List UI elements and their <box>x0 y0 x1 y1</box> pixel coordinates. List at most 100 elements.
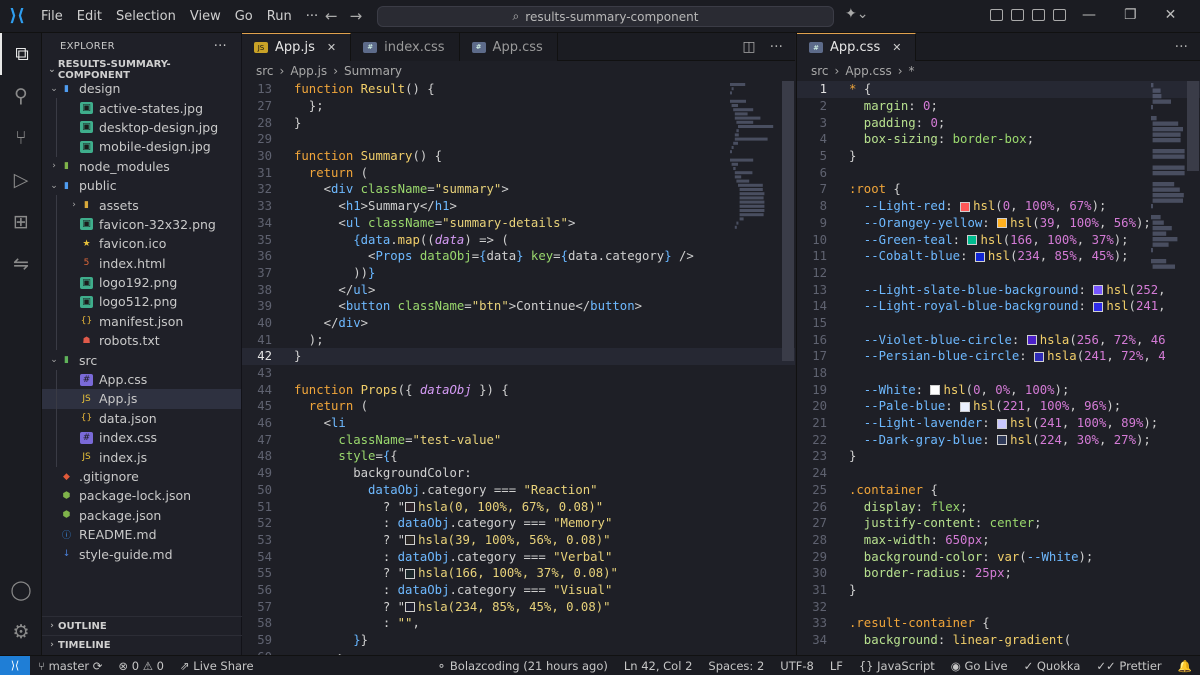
code-line[interactable]: 34 <ul className="summary-details"> <box>242 215 795 232</box>
breadcrumb-item[interactable]: src <box>811 64 829 78</box>
code-line[interactable]: 13 --Light-slate-blue-background: hsl(25… <box>797 281 1200 298</box>
code-line[interactable]: 54 : dataObj.category === "Verbal" <box>242 548 795 565</box>
code-line[interactable]: 31 return ( <box>242 164 795 181</box>
code-line[interactable]: 33 <h1>Summary</h1> <box>242 198 795 215</box>
code-line[interactable]: 58 : "", <box>242 615 795 632</box>
menu-run[interactable]: Run <box>260 9 299 24</box>
golive-status[interactable]: ◉ Go Live <box>943 659 1016 673</box>
code-line[interactable]: 55 ? " hsla(166, 100%, 37%, 0.08)" <box>242 565 795 582</box>
code-line[interactable]: 47 className="test-value" <box>242 431 795 448</box>
code-line[interactable]: 5} <box>797 148 1200 165</box>
color-swatch[interactable] <box>1034 351 1045 362</box>
tree-item[interactable]: # index.css <box>42 428 241 448</box>
problems-status[interactable]: ⊗ 0 ⚠ 0 <box>110 659 172 673</box>
breadcrumb-item[interactable]: Summary <box>344 64 402 78</box>
tree-item[interactable]: ▣ favicon-32x32.png <box>42 214 241 235</box>
tab-app-css[interactable]: # App.css <box>459 33 558 61</box>
color-swatch[interactable] <box>405 535 416 546</box>
code-line[interactable]: 7:root { <box>797 181 1200 198</box>
menu-edit[interactable]: Edit <box>70 9 109 24</box>
editor-more-icon-right[interactable]: ··· <box>1175 39 1188 55</box>
tree-item[interactable]: # App.css <box>42 369 241 390</box>
code-line[interactable]: 2 margin: 0; <box>797 98 1200 115</box>
settings-gear-icon[interactable]: ⚙ <box>0 611 42 653</box>
code-line[interactable]: 33 .result-container { <box>797 615 1200 632</box>
explorer-icon[interactable]: ⧉ <box>0 33 42 75</box>
code-line[interactable]: 15 <box>797 315 1200 332</box>
code-line[interactable]: 12 <box>797 265 1200 282</box>
color-swatch[interactable] <box>967 235 978 246</box>
tree-item[interactable]: ★ favicon.ico <box>42 234 241 254</box>
code-line[interactable]: 3 padding: 0; <box>797 114 1200 131</box>
code-line[interactable]: 1 * { <box>797 81 1200 98</box>
color-swatch[interactable] <box>930 385 941 396</box>
tab-app-js[interactable]: JS App.js ✕ <box>242 33 352 61</box>
code-line[interactable]: 56 : dataObj.category === "Visual" <box>242 582 795 599</box>
code-line[interactable]: 46 <li <box>242 415 795 432</box>
extensions-icon[interactable]: ⊞ <box>0 201 42 243</box>
code-line[interactable]: 49 backgroundColor: <box>242 465 795 482</box>
tree-item[interactable]: JS App.js <box>42 389 241 409</box>
tree-item[interactable]: ⌄ ▮ design <box>42 79 241 98</box>
code-line[interactable]: 43 <box>242 365 795 382</box>
code-line[interactable]: 57 ? " hsla(234, 85%, 45%, 0.08)" <box>242 598 795 615</box>
code-line[interactable]: 27 justify-content: center; <box>797 515 1200 532</box>
back-arrow-icon[interactable]: ← <box>325 7 338 25</box>
code-line[interactable]: 45 return ( <box>242 398 795 415</box>
tree-item[interactable]: {} data.json <box>42 408 241 429</box>
tree-item[interactable]: ⌄ ▮ public <box>42 176 241 195</box>
outline-section[interactable]: › OUTLINE <box>42 616 242 635</box>
code-line[interactable]: 17 --Persian-blue-circle: hsla(241, 72%,… <box>797 348 1200 365</box>
code-line[interactable]: 59 }} <box>242 632 795 649</box>
code-line[interactable]: 6 <box>797 164 1200 181</box>
code-line[interactable]: 29 <box>242 131 795 148</box>
breadcrumb-item[interactable]: src <box>256 64 274 78</box>
color-swatch[interactable] <box>960 401 971 412</box>
branch-status[interactable]: ⑂ master ⟳ <box>30 659 110 673</box>
search-view-icon[interactable]: ⚲ <box>0 75 42 117</box>
code-line[interactable]: 37 ))} <box>242 265 795 282</box>
menu-file[interactable]: File <box>34 9 70 24</box>
color-swatch[interactable] <box>1026 335 1037 346</box>
minimize-icon[interactable]: — <box>1082 7 1096 23</box>
minimap-left[interactable] <box>728 81 780 261</box>
account-icon[interactable]: ◯ <box>0 569 42 611</box>
tab-app-css[interactable]: # App.css ✕ <box>797 33 917 61</box>
tree-item[interactable]: JS index.js <box>42 447 241 467</box>
code-line[interactable]: 32 <box>797 598 1200 615</box>
color-swatch[interactable] <box>974 251 985 262</box>
code-line[interactable]: 19 --White: hsl(0, 0%, 100%); <box>797 381 1200 398</box>
code-line[interactable]: 31} <box>797 582 1200 599</box>
color-swatch[interactable] <box>997 218 1008 229</box>
code-line[interactable]: 30 function Summary() { <box>242 148 795 165</box>
code-line[interactable]: 30 border-radius: 25px; <box>797 565 1200 582</box>
tree-item[interactable]: ▣ logo512.png <box>42 292 241 312</box>
breadcrumb-item[interactable]: App.js <box>290 64 327 78</box>
scrollbar-right[interactable] <box>1187 81 1199 171</box>
tab-index-css[interactable]: # index.css <box>351 33 460 61</box>
code-line[interactable]: 39 <button className="btn">Continue</but… <box>242 298 795 315</box>
eol-status[interactable]: LF <box>822 659 851 673</box>
color-swatch[interactable] <box>405 602 416 613</box>
close-tab-icon[interactable]: ✕ <box>892 41 901 54</box>
code-line[interactable]: 32 <div className="summary"> <box>242 181 795 198</box>
code-area-right[interactable]: 1 * {2 margin: 0; 3 padding: 0; 4 box-sizin… <box>797 81 1200 655</box>
menu-view[interactable]: View <box>183 9 228 24</box>
forward-arrow-icon[interactable]: → <box>350 7 363 25</box>
code-line[interactable]: 51 ? " hsla(0, 100%, 67%, 0.08)" <box>242 498 795 515</box>
tree-item[interactable]: ◆ .gitignore <box>42 467 241 486</box>
code-line[interactable]: 53 ? " hsla(39, 100%, 56%, 0.08)" <box>242 532 795 549</box>
code-line[interactable]: 42} <box>242 348 795 365</box>
toggle-sidebar-icon[interactable] <box>1011 9 1024 21</box>
code-line[interactable]: 60 > <box>242 648 795 655</box>
code-line[interactable]: 20 --Pale-blue: hsl(221, 100%, 96%); <box>797 398 1200 415</box>
toggle-panel-icon[interactable] <box>1032 9 1045 21</box>
tree-item[interactable]: ⓘ README.md <box>42 525 241 544</box>
menu-selection[interactable]: Selection <box>109 9 183 24</box>
code-line[interactable]: 10 --Green-teal: hsl(166, 100%, 37%); <box>797 231 1200 248</box>
language-mode-status[interactable]: {} JavaScript <box>851 659 943 673</box>
tree-item[interactable]: ⬢ package-lock.json <box>42 486 241 505</box>
tree-item[interactable]: ▣ mobile-design.jpg <box>42 137 241 157</box>
color-swatch[interactable] <box>997 435 1008 446</box>
tree-item[interactable]: ▣ logo192.png <box>42 272 241 293</box>
